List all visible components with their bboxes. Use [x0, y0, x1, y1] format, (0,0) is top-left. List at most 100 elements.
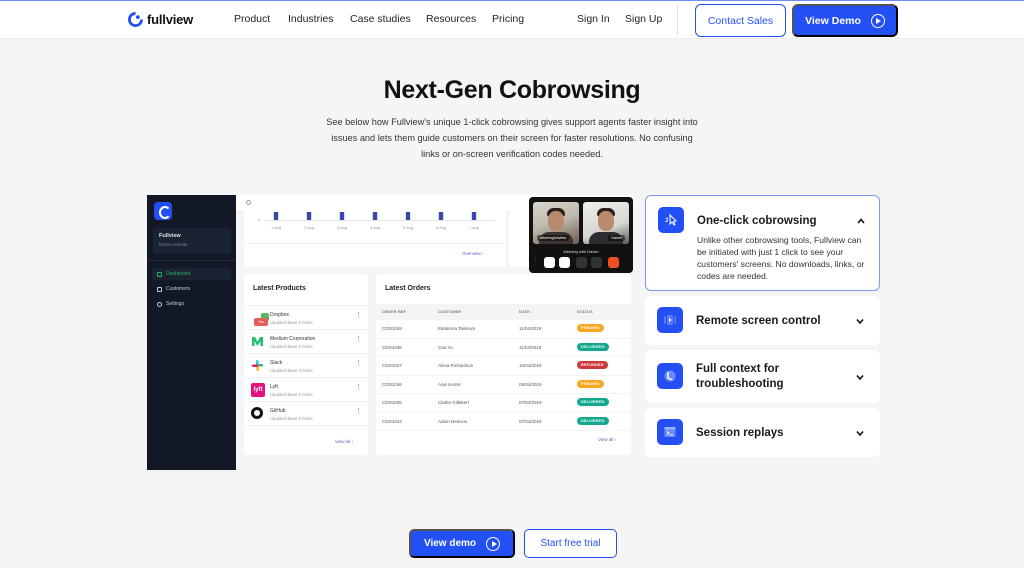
nav-industries[interactable]: Industries	[288, 13, 334, 25]
product-name: Slack	[270, 360, 283, 366]
start-free-trial-button[interactable]: Start free trial	[524, 529, 617, 558]
cta-view-demo-button[interactable]: View demo	[409, 529, 515, 558]
chart-bar[interactable]	[340, 212, 344, 220]
play-icon	[870, 13, 885, 28]
sidebar-item-label: Settings	[166, 301, 185, 307]
order-row[interactable]: CDD1046 Anje Keizer 08/04/2019 PENDING	[376, 376, 631, 394]
sidebar-item-settings[interactable]: Settings	[152, 298, 231, 310]
participant-name: albertogfullview	[537, 235, 570, 241]
product-row[interactable]: You Dropbox Updated about 2 hours ⋮	[244, 305, 368, 329]
clock-icon	[657, 363, 683, 389]
product-updated: Updated about 5 hours	[270, 392, 313, 397]
feature-description: Unlike other cobrowsing tools, Fullview …	[697, 235, 865, 281]
video-tile-agent: albertogfullview	[533, 202, 579, 244]
more-options-icon[interactable]: ⋮	[355, 408, 362, 415]
sidebar-item-dashboard[interactable]: Dashboard	[152, 268, 231, 280]
col-date[interactable]: DATE ↓	[519, 310, 533, 314]
chart-bar[interactable]	[406, 212, 410, 220]
product-row[interactable]: GitHub Updated about 9 hours ⋮	[244, 401, 368, 425]
order-row[interactable]: CDD1048 Cao Yu 11/04/2019 DELIVERED	[376, 339, 631, 357]
status-badge: DELIVERED	[577, 342, 609, 351]
nav-divider	[677, 5, 678, 35]
hero-title: Next-Gen Cobrowsing	[383, 76, 641, 104]
contact-sales-button[interactable]: Contact Sales	[695, 4, 786, 37]
view-all-label: View all	[598, 437, 614, 442]
nav-pricing[interactable]: Pricing	[492, 13, 524, 25]
participant-name: Daniel	[608, 235, 625, 241]
medium-logo-icon	[251, 335, 264, 348]
status-badge: DELIVERED	[577, 416, 609, 425]
orders-view-all-link[interactable]: View all ›	[598, 437, 616, 442]
feature-title: Remote screen control	[696, 315, 821, 327]
more-options-icon[interactable]: ⋮	[355, 312, 362, 319]
product-row[interactable]: Medium Corporation Updated about 2 hours…	[244, 329, 368, 353]
nav-resources[interactable]: Resources	[426, 13, 476, 25]
order-row[interactable]: CDD1045 Clarke Gillebert 07/04/2019 DELIVER…	[376, 394, 631, 413]
overview-link[interactable]: Overview ›	[462, 251, 484, 256]
end-call-button[interactable]	[608, 257, 619, 268]
fullview-logo-icon	[128, 12, 143, 27]
more-options-icon[interactable]: ⋮	[355, 360, 362, 367]
product-updated: Updated about 2 hours	[270, 344, 313, 349]
nav-product[interactable]: Product	[234, 13, 270, 25]
brand-logo[interactable]: fullview	[128, 12, 193, 27]
sign-up-link[interactable]: Sign Up	[625, 13, 662, 25]
microphone-button[interactable]	[544, 257, 555, 268]
chart-bar[interactable]	[274, 212, 278, 220]
nav-case-studies[interactable]: Case studies	[350, 13, 411, 25]
sign-in-link[interactable]: Sign In	[577, 13, 610, 25]
screen-share-button[interactable]	[576, 257, 587, 268]
product-row[interactable]: Slack Updated about 3 hours ⋮	[244, 353, 368, 377]
chevron-up-icon	[857, 218, 865, 224]
feature-full-context[interactable]: Full context for troubleshooting	[645, 350, 880, 403]
product-name: Dropbox	[270, 312, 289, 318]
search-icon[interactable]	[246, 200, 251, 205]
order-ref: CDD1047	[382, 363, 402, 368]
camera-button[interactable]	[559, 257, 570, 268]
order-customer: Clarke Gillebert	[438, 400, 470, 405]
cursor-click-icon	[658, 207, 684, 233]
feature-one-click-cobrowsing[interactable]: One-click cobrowsing Unlike other cobrow…	[645, 195, 880, 291]
view-demo-button[interactable]: View Demo	[792, 4, 898, 37]
dashboard-logo-icon	[154, 202, 172, 220]
order-date: 10/04/2019	[519, 363, 542, 368]
org-switcher[interactable]: Fullview Demo website	[153, 228, 231, 254]
brand-name: fullview	[147, 12, 194, 27]
product-name: Lyft	[270, 384, 278, 390]
y-axis-zero-label: 0	[258, 217, 261, 222]
order-row[interactable]: CDD1044 Adam Denisov 07/04/2019 DELIVERED	[376, 413, 631, 431]
order-ref: CDD1044	[382, 418, 402, 424]
more-options-icon[interactable]: ⋮	[355, 384, 362, 391]
chart-baseline	[264, 220, 495, 221]
chart-bar[interactable]	[439, 212, 443, 220]
dropbox-logo-icon: You	[251, 311, 269, 326]
product-row[interactable]: lyft Lyft Updated about 5 hours ⋮	[244, 377, 368, 401]
product-updated: Updated about 9 hours	[270, 416, 313, 421]
order-row[interactable]: CDD1049 Ekaterina Tankova 11/04/2019 PENDIN…	[376, 320, 631, 339]
order-date: 11/04/2019	[519, 326, 542, 331]
chart-bar[interactable]	[472, 212, 476, 220]
feature-session-replays[interactable]: Session replays	[645, 408, 880, 457]
feature-remote-screen-control[interactable]: Remote screen control	[645, 296, 880, 345]
order-row[interactable]: CDD1047 Alexa Richardson 10/04/2019 REFUNDE…	[376, 357, 631, 376]
hero-subtitle: See below how Fullview's unique 1-click …	[326, 117, 698, 159]
chevron-down-icon	[856, 374, 864, 381]
order-customer: Adam Denisov	[438, 418, 468, 424]
more-options-icon[interactable]: ⋮	[355, 336, 362, 343]
drag-handle-icon[interactable]: ⋮	[533, 257, 538, 268]
sidebar-divider	[147, 260, 236, 261]
x-axis-label: 6 Aug	[436, 225, 447, 230]
view-all-label: View all	[335, 439, 351, 444]
chart-bar[interactable]	[373, 212, 377, 220]
latest-products-card: Latest Products You Dropbox Updated abou…	[244, 274, 368, 455]
order-customer: Ekaterina Tankova	[438, 326, 475, 331]
chart-bar[interactable]	[307, 212, 311, 220]
products-view-all-link[interactable]: View all ›	[335, 439, 353, 444]
sidebar-item-customers[interactable]: Customers	[152, 283, 231, 295]
product-updated: Updated about 3 hours	[270, 368, 313, 373]
status-badge: PENDING	[577, 379, 604, 388]
order-customer: Anje Keizer	[438, 381, 462, 387]
chat-button[interactable]	[591, 257, 602, 268]
users-icon	[157, 286, 162, 292]
sidebar-item-label: Dashboard	[166, 271, 191, 277]
